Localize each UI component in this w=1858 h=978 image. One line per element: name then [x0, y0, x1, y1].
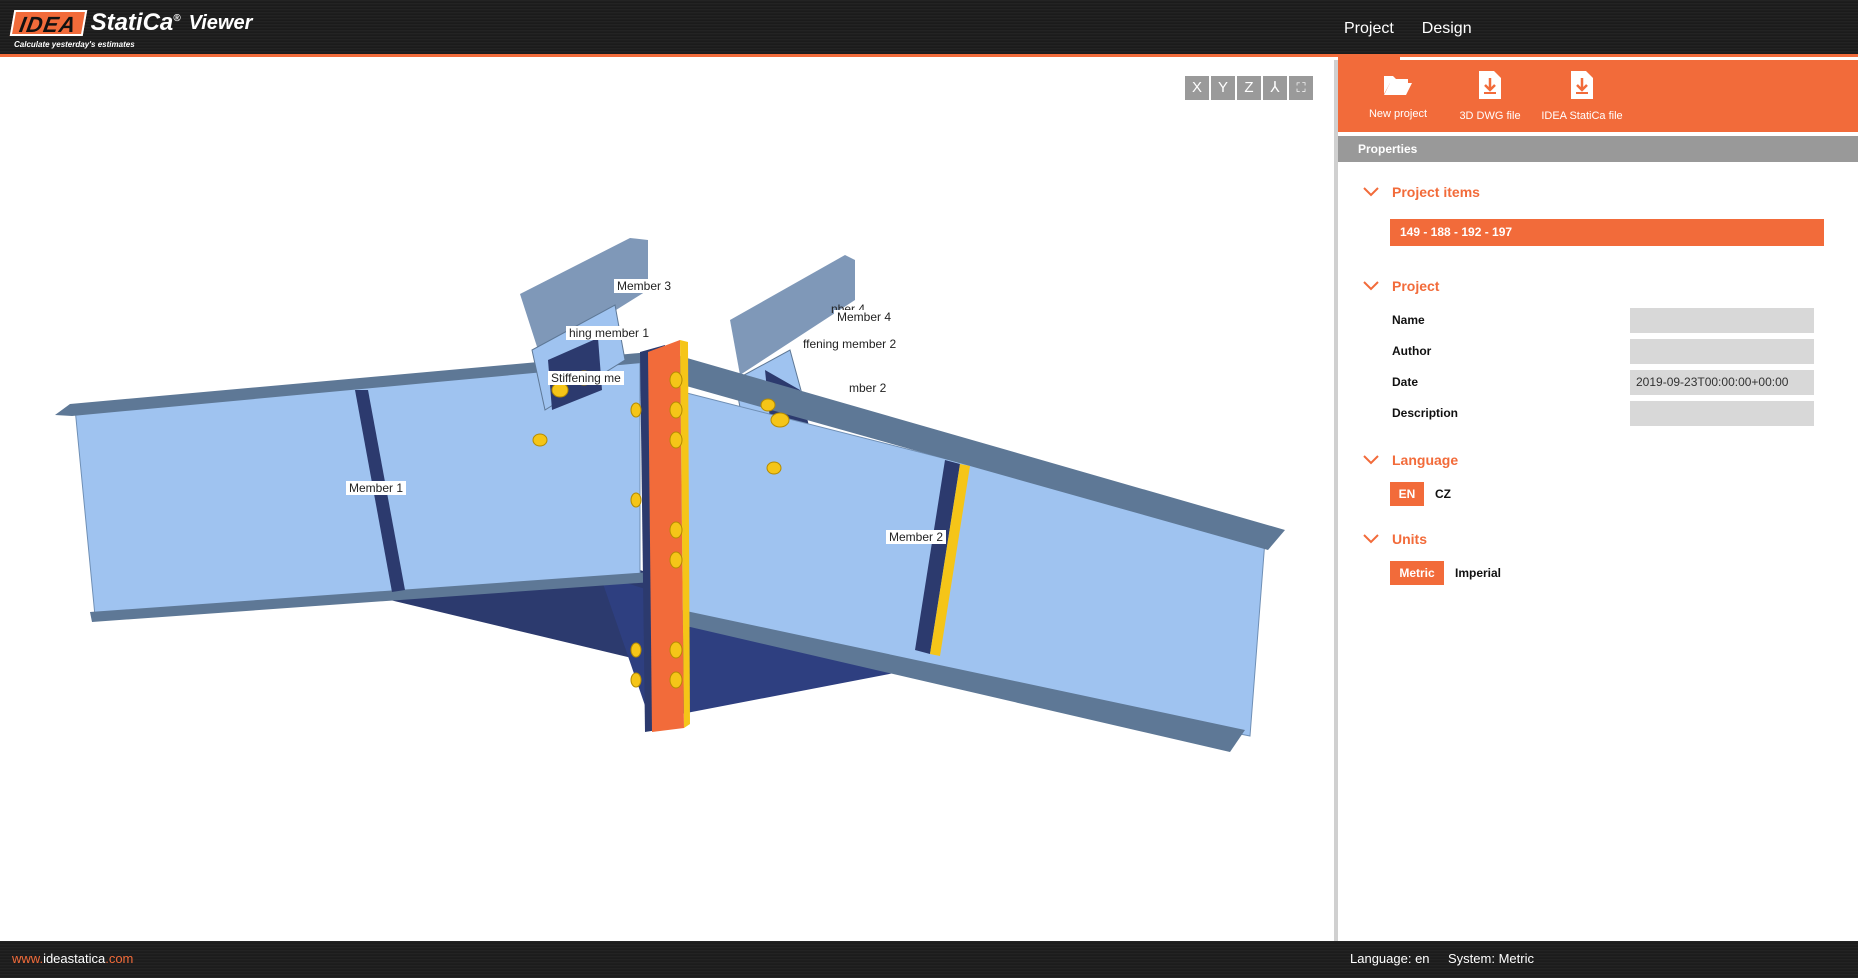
chevron-down-icon [1363, 534, 1379, 544]
author-field[interactable] [1630, 339, 1814, 364]
main-nav: Project Design [1330, 0, 1486, 60]
folder-open-icon [1384, 76, 1412, 95]
properties-panel: New project 3D DWG file IDEA StatiCa fil… [1338, 60, 1858, 941]
language-status: Language: en [1350, 951, 1430, 966]
label-member-4: Member 4 [834, 310, 895, 324]
description-field[interactable] [1630, 401, 1814, 426]
name-field[interactable] [1630, 308, 1814, 333]
view-controls: X Y Z ⅄ ⛶ [1185, 76, 1313, 100]
label-member-3: Member 3 [614, 279, 675, 293]
fullscreen-icon[interactable]: ⛶ [1289, 76, 1313, 100]
file-download-icon [1571, 71, 1593, 99]
section-project[interactable]: Project [1362, 278, 1439, 294]
export-idea-file-button[interactable]: IDEA StatiCa file [1536, 60, 1628, 132]
date-label: Date [1392, 375, 1419, 389]
properties-header: Properties [1338, 136, 1858, 162]
author-label: Author [1392, 344, 1432, 358]
website-link[interactable]: www.ideastatica.com [12, 951, 133, 966]
system-status: System: Metric [1448, 951, 1534, 966]
section-units[interactable]: Units [1362, 531, 1427, 547]
chevron-down-icon [1363, 187, 1379, 197]
chevron-down-icon [1363, 281, 1379, 291]
label-member-2: Member 2 [886, 530, 947, 544]
ribbon-toolbar: New project 3D DWG file IDEA StatiCa fil… [1338, 60, 1858, 132]
file-download-icon [1479, 71, 1501, 99]
label-member-2-partial: mber 2 [846, 381, 890, 395]
status-bar: www.ideastatica.com Language: en System:… [0, 941, 1858, 978]
language-en-toggle[interactable]: EN [1390, 482, 1424, 506]
view-axo-icon[interactable]: ⅄ [1263, 76, 1287, 100]
view-z-button[interactable]: Z [1237, 76, 1261, 100]
description-label: Description [1392, 406, 1459, 420]
logo-viewer-text: Viewer [188, 11, 253, 34]
label-member-1: Member 1 [346, 481, 407, 495]
chevron-down-icon [1363, 455, 1379, 465]
logo-tagline: Calculate yesterday's estimates [14, 40, 135, 49]
section-project-items[interactable]: Project items [1362, 184, 1480, 200]
logo-mark: IDEA [9, 10, 87, 37]
view-y-button[interactable]: Y [1211, 76, 1235, 100]
units-metric-toggle[interactable]: Metric [1390, 561, 1444, 585]
units-imperial-toggle[interactable]: Imperial [1448, 561, 1508, 585]
label-stiffening-member-1: hing member 1 [566, 326, 653, 340]
tab-design[interactable]: Design [1408, 0, 1486, 57]
project-item-selected[interactable]: 149 - 188 - 192 - 197 [1390, 219, 1824, 246]
steel-connection-model[interactable] [0, 60, 1334, 941]
app-logo: IDEA StatiCa® Viewer [9, 9, 253, 37]
date-field[interactable]: 2019-09-23T00:00:00+00:00 [1630, 370, 1814, 395]
name-label: Name [1392, 313, 1425, 327]
logo-wordmark: StatiCa® [90, 9, 181, 36]
section-language[interactable]: Language [1362, 452, 1458, 468]
language-cz-toggle[interactable]: CZ [1428, 482, 1458, 506]
label-stiffening-member-partial: Stiffening me [548, 371, 624, 385]
tab-project[interactable]: Project [1330, 0, 1408, 60]
export-3d-dwg-button[interactable]: 3D DWG file [1444, 60, 1536, 132]
new-project-button[interactable]: New project [1352, 60, 1444, 132]
view-x-button[interactable]: X [1185, 76, 1209, 100]
app-header: IDEA StatiCa® Viewer Calculate yesterday… [0, 0, 1858, 60]
label-stiffening-member-2: ffening member 2 [800, 337, 900, 351]
